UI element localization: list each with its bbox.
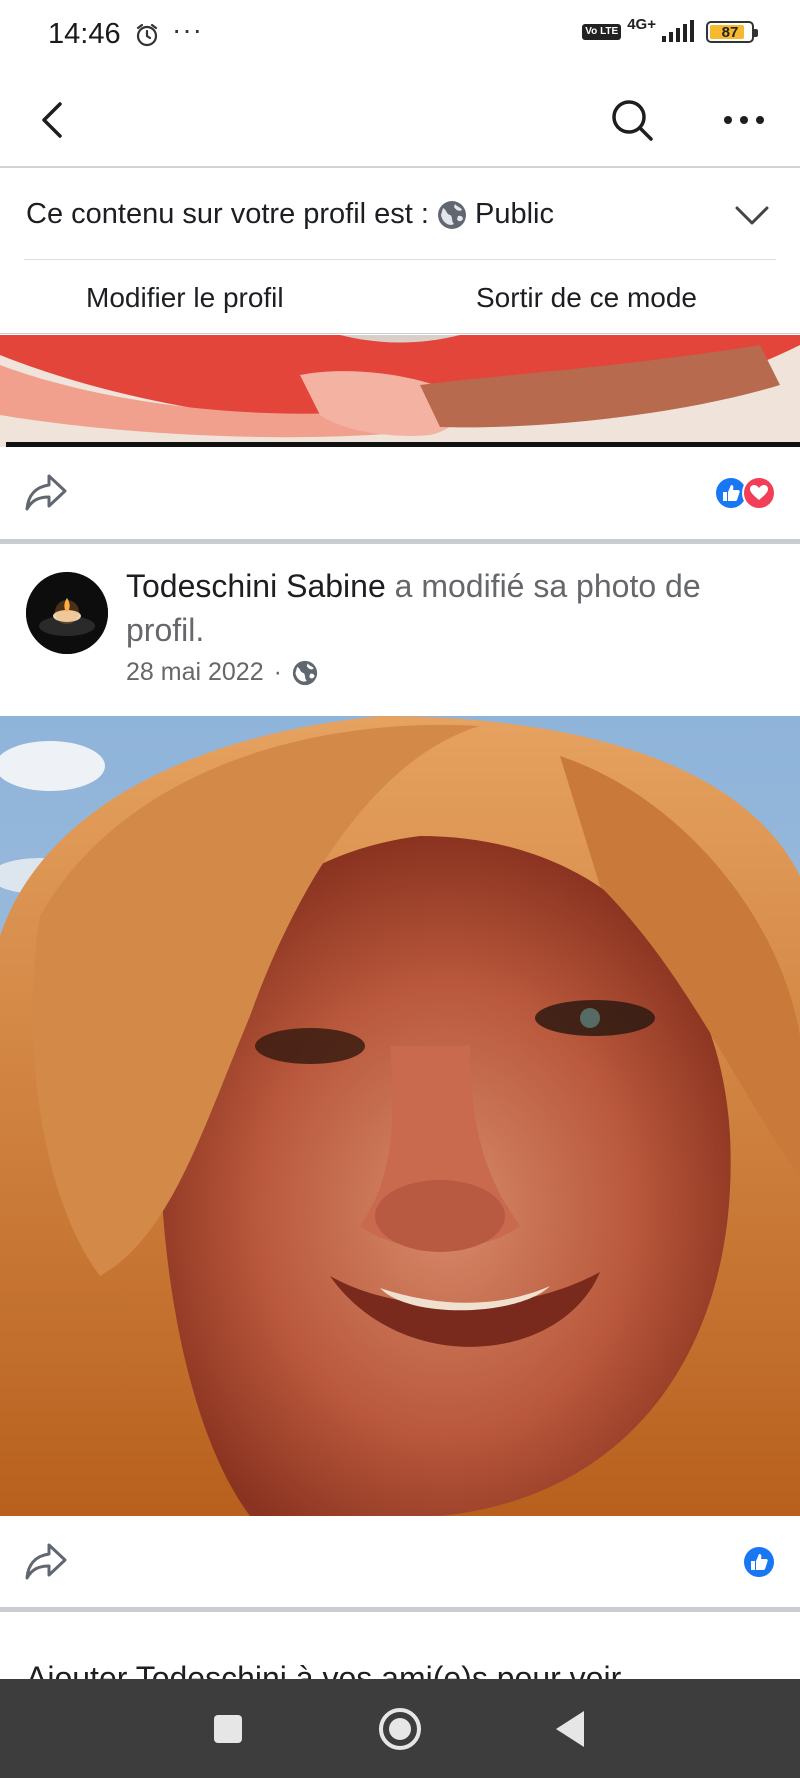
reaction-summary[interactable]: [742, 1545, 776, 1579]
profile-photo[interactable]: [0, 716, 800, 1516]
reaction-summary[interactable]: [714, 476, 776, 510]
battery-icon: 87: [706, 21, 758, 43]
post-meta: 28 mai 2022 ·: [126, 658, 318, 687]
chevron-left-icon[interactable]: [30, 96, 78, 144]
edit-profile-button[interactable]: Modifier le profil: [86, 282, 284, 314]
avatar[interactable]: [26, 572, 108, 654]
post-title: Todeschini Sabine a modifié sa photo de …: [126, 564, 766, 652]
recent-apps-icon[interactable]: [198, 1699, 258, 1759]
status-bar: 14:46 ··· Vo LTE 4G+ 87: [0, 0, 800, 72]
more-horizontal-icon[interactable]: [720, 96, 768, 144]
status-time: 14:46: [48, 18, 121, 50]
exit-mode-button[interactable]: Sortir de ce mode: [476, 282, 697, 314]
illustration-hands: [0, 335, 800, 447]
volte-badge: Vo LTE: [582, 24, 622, 40]
alarm-icon: [136, 23, 158, 47]
portrait-image: [0, 716, 800, 1516]
top-nav-bar: [0, 72, 800, 168]
privacy-audience: Public: [474, 198, 554, 230]
like-reaction-icon: [742, 1545, 776, 1579]
meta-separator: ·: [273, 658, 282, 686]
love-reaction-icon: [742, 476, 776, 510]
previous-post-photo[interactable]: [0, 335, 800, 447]
search-icon[interactable]: [608, 96, 656, 144]
android-nav-bar: [0, 1679, 800, 1778]
back-triangle-icon[interactable]: [542, 1699, 602, 1759]
battery-tip: [754, 29, 758, 37]
post-actions-bar: [0, 448, 800, 538]
post-date[interactable]: 28 mai 2022: [126, 658, 264, 687]
share-icon[interactable]: [24, 1541, 68, 1583]
battery-level: 87: [721, 24, 739, 41]
privacy-label: Ce contenu sur votre profil est : Public: [26, 198, 554, 231]
feed-separator: [0, 539, 800, 544]
privacy-audience-row[interactable]: Ce contenu sur votre profil est : Public: [0, 170, 800, 260]
network-type: 4G+: [627, 15, 656, 33]
author-name[interactable]: Todeschini Sabine: [126, 568, 386, 604]
home-icon[interactable]: [370, 1699, 430, 1759]
status-more-indicator: ···: [172, 14, 203, 45]
status-indicators: Vo LTE 4G+ 87: [582, 16, 758, 44]
post-header: Todeschini Sabine a modifié sa photo de …: [0, 548, 800, 716]
privacy-text: Ce contenu sur votre profil est :: [26, 198, 429, 230]
share-icon[interactable]: [24, 472, 68, 514]
globe-icon: [292, 660, 318, 685]
feed-separator: [0, 1607, 800, 1612]
post-actions-bar: [0, 1517, 800, 1607]
profile-mode-actions: Modifier le profil Sortir de ce mode: [0, 260, 800, 334]
chevron-down-icon[interactable]: [734, 200, 770, 230]
signal-icon: [662, 20, 694, 42]
globe-icon: [437, 200, 466, 229]
